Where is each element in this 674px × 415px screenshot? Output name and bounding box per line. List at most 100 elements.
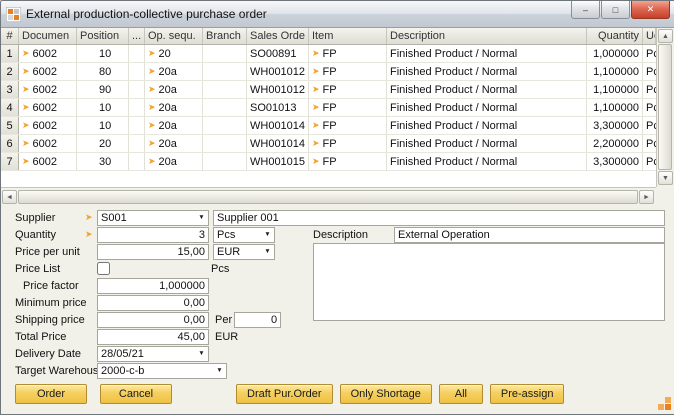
titlebar[interactable]: External production-collective purchase … bbox=[1, 1, 674, 28]
branch-cell[interactable] bbox=[203, 153, 247, 170]
uom-cell[interactable]: Pcs bbox=[643, 117, 656, 134]
op-sequence-cell[interactable]: ➤20 bbox=[145, 45, 203, 62]
document-cell[interactable]: ➤6002 bbox=[19, 135, 77, 152]
item-cell[interactable]: ➤FP bbox=[309, 135, 387, 152]
chevron-down-icon[interactable]: ▼ bbox=[261, 231, 274, 238]
scroll-right-icon[interactable]: ► bbox=[639, 190, 654, 204]
position-cell[interactable]: 20 bbox=[77, 135, 129, 152]
column-header-quantity[interactable]: Quantity bbox=[587, 28, 643, 44]
branch-cell[interactable] bbox=[203, 99, 247, 116]
sales-order-cell[interactable]: WH001014 bbox=[247, 117, 309, 134]
op-sequence-cell[interactable]: ➤20a bbox=[145, 63, 203, 80]
document-cell[interactable]: ➤6002 bbox=[19, 45, 77, 62]
position-cell[interactable]: 10 bbox=[77, 117, 129, 134]
branch-cell[interactable] bbox=[203, 117, 247, 134]
remarks-textarea[interactable] bbox=[313, 243, 665, 321]
sales-order-cell[interactable]: WH001012 bbox=[247, 81, 309, 98]
branch-cell[interactable] bbox=[203, 63, 247, 80]
branch-cell[interactable] bbox=[203, 81, 247, 98]
link-arrow-icon[interactable]: ➤ bbox=[22, 67, 30, 76]
link-arrow-icon[interactable]: ➤ bbox=[22, 49, 30, 58]
document-cell[interactable]: ➤6002 bbox=[19, 99, 77, 116]
link-arrow-icon[interactable]: ➤ bbox=[312, 157, 320, 166]
table-row[interactable]: 6 ➤6002 20 ➤20a WH001014 ➤FP Finished Pr… bbox=[1, 135, 656, 153]
price-list-checkbox[interactable] bbox=[97, 262, 110, 275]
horizontal-scroll-thumb[interactable] bbox=[18, 190, 638, 204]
position-cell[interactable]: 80 bbox=[77, 63, 129, 80]
quantity-cell[interactable]: 3,300000 bbox=[587, 117, 643, 134]
shipping-price-field[interactable] bbox=[97, 312, 209, 328]
position-cell[interactable]: 90 bbox=[77, 81, 129, 98]
link-arrow-icon[interactable]: ➤ bbox=[22, 121, 30, 130]
link-arrow-icon[interactable]: ➤ bbox=[312, 85, 320, 94]
row-number[interactable]: 4 bbox=[1, 99, 19, 116]
table-row[interactable]: 1 ➤6002 10 ➤20 SO00891 ➤FP Finished Prod… bbox=[1, 45, 656, 63]
sales-order-cell[interactable]: SO00891 bbox=[247, 45, 309, 62]
link-arrow-icon[interactable]: ➤ bbox=[312, 67, 320, 76]
dots-cell[interactable] bbox=[129, 135, 145, 152]
description-cell[interactable]: Finished Product / Normal bbox=[387, 81, 587, 98]
uom-cell[interactable]: Pcs bbox=[643, 135, 656, 152]
currency-select[interactable]: EUR ▼ bbox=[213, 244, 275, 260]
op-sequence-cell[interactable]: ➤20a bbox=[145, 99, 203, 116]
quantity-cell[interactable]: 1,000000 bbox=[587, 45, 643, 62]
price-factor-field[interactable] bbox=[97, 278, 209, 294]
position-cell[interactable]: 10 bbox=[77, 45, 129, 62]
chevron-down-icon[interactable]: ▼ bbox=[213, 367, 226, 374]
table-row[interactable]: 2 ➤6002 80 ➤20a WH001012 ➤FP Finished Pr… bbox=[1, 63, 656, 81]
op-sequence-cell[interactable]: ➤20a bbox=[145, 117, 203, 134]
vertical-scrollbar[interactable]: ▲ ▼ bbox=[656, 28, 673, 187]
link-arrow-icon[interactable]: ➤ bbox=[148, 103, 156, 112]
description-cell[interactable]: Finished Product / Normal bbox=[387, 135, 587, 152]
column-header-sales-order[interactable]: Sales Orde bbox=[247, 28, 309, 44]
minimize-button[interactable]: – bbox=[571, 1, 600, 19]
table-row[interactable]: 5 ➤6002 10 ➤20a WH001014 ➤FP Finished Pr… bbox=[1, 117, 656, 135]
description-cell[interactable]: Finished Product / Normal bbox=[387, 63, 587, 80]
branch-cell[interactable] bbox=[203, 45, 247, 62]
column-header-position[interactable]: Position bbox=[77, 28, 129, 44]
sales-order-cell[interactable]: WH001015 bbox=[247, 153, 309, 170]
table-row[interactable]: 4 ➤6002 10 ➤20a SO01013 ➤FP Finished Pro… bbox=[1, 99, 656, 117]
draft-purchase-order-button[interactable]: Draft Pur.Order bbox=[236, 384, 333, 404]
per-field[interactable] bbox=[234, 312, 281, 328]
column-header-op-sequence[interactable]: Op. sequ. bbox=[145, 28, 203, 44]
link-arrow-icon[interactable]: ➤ bbox=[148, 121, 156, 130]
uom-cell[interactable]: Pcs bbox=[643, 81, 656, 98]
quantity-cell[interactable]: 1,100000 bbox=[587, 99, 643, 116]
table-row[interactable]: 7 ➤6002 30 ➤20a WH001015 ➤FP Finished Pr… bbox=[1, 153, 656, 171]
sales-order-cell[interactable]: WH001014 bbox=[247, 135, 309, 152]
dots-cell[interactable] bbox=[129, 117, 145, 134]
row-number[interactable]: 2 bbox=[1, 63, 19, 80]
column-header-num[interactable]: # bbox=[1, 28, 19, 44]
link-arrow-icon[interactable]: ➤ bbox=[312, 49, 320, 58]
order-button[interactable]: Order bbox=[15, 384, 87, 404]
chevron-down-icon[interactable]: ▼ bbox=[195, 350, 208, 357]
chevron-down-icon[interactable]: ▼ bbox=[195, 214, 208, 221]
vertical-scroll-thumb[interactable] bbox=[658, 44, 672, 170]
row-number[interactable]: 1 bbox=[1, 45, 19, 62]
link-arrow-icon[interactable]: ➤ bbox=[148, 157, 156, 166]
pre-assign-button[interactable]: Pre-assign bbox=[490, 384, 565, 404]
item-cell[interactable]: ➤FP bbox=[309, 153, 387, 170]
column-header-uom[interactable]: UoM bbox=[643, 28, 656, 44]
sales-order-cell[interactable]: SO01013 bbox=[247, 99, 309, 116]
document-cell[interactable]: ➤6002 bbox=[19, 153, 77, 170]
resize-grip-icon[interactable] bbox=[658, 397, 671, 410]
description-cell[interactable]: Finished Product / Normal bbox=[387, 45, 587, 62]
quantity-cell[interactable]: 1,100000 bbox=[587, 63, 643, 80]
position-cell[interactable]: 30 bbox=[77, 153, 129, 170]
maximize-button[interactable]: □ bbox=[601, 1, 630, 19]
uom-cell[interactable]: Pcs bbox=[643, 45, 656, 62]
quantity-field[interactable] bbox=[97, 227, 209, 243]
dots-cell[interactable] bbox=[129, 99, 145, 116]
column-header-dots[interactable]: ... bbox=[129, 28, 145, 44]
column-header-branch[interactable]: Branch bbox=[203, 28, 247, 44]
op-sequence-cell[interactable]: ➤20a bbox=[145, 135, 203, 152]
price-per-unit-field[interactable] bbox=[97, 244, 209, 260]
total-price-field[interactable] bbox=[97, 329, 209, 345]
only-shortage-button[interactable]: Only Shortage bbox=[340, 384, 432, 404]
uom-cell[interactable]: Pcs bbox=[643, 99, 656, 116]
quantity-cell[interactable]: 3,300000 bbox=[587, 153, 643, 170]
quantity-cell[interactable]: 1,100000 bbox=[587, 81, 643, 98]
dots-cell[interactable] bbox=[129, 81, 145, 98]
